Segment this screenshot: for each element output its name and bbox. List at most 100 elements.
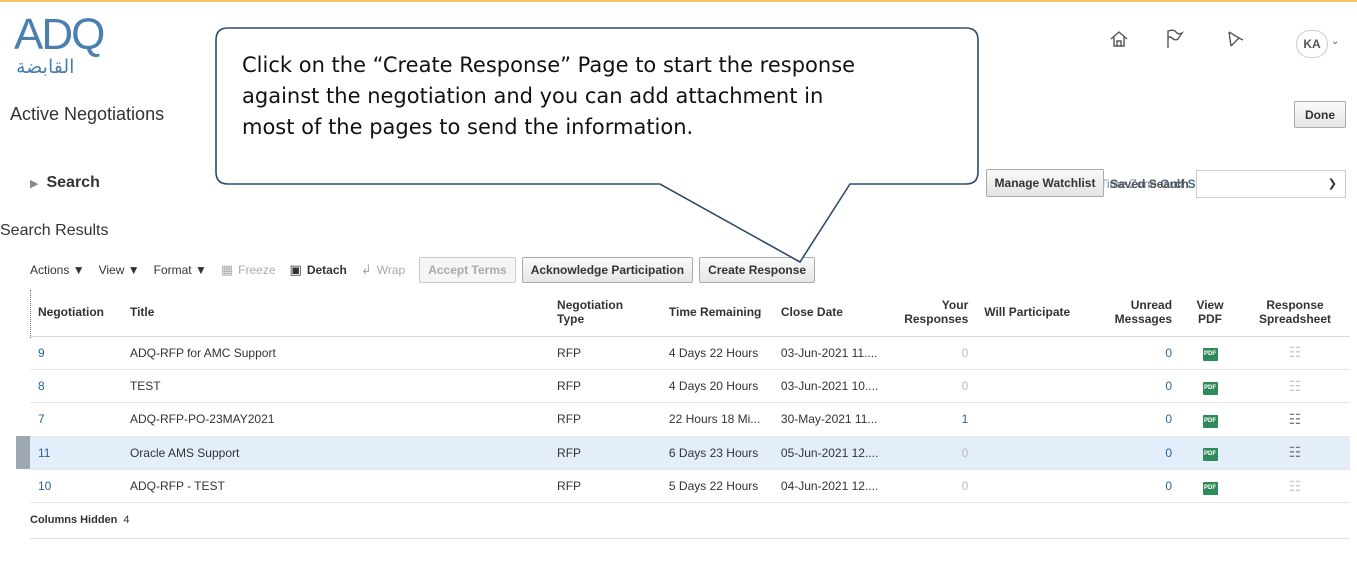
results-toolbar: Actions ▼ View ▼ Format ▼ ▦ Freeze ▣ Detac… bbox=[30, 256, 821, 284]
col-unread-messages[interactable]: Unread Messages bbox=[1096, 288, 1181, 337]
col-title[interactable]: Title bbox=[121, 288, 550, 337]
negotiation-link[interactable]: 8 bbox=[30, 369, 122, 404]
col-will-participate[interactable]: Will Participate bbox=[976, 288, 1097, 337]
spreadsheet-cell[interactable]: ☷ bbox=[1239, 402, 1350, 437]
acknowledge-participation-button[interactable]: Acknowledge Participation bbox=[521, 257, 694, 283]
col-time-remaining[interactable]: Time Remaining bbox=[660, 288, 773, 337]
title-cell: TEST bbox=[121, 369, 550, 404]
done-button[interactable]: Done bbox=[1294, 101, 1346, 128]
spreadsheet-cell[interactable]: ☷ bbox=[1239, 436, 1350, 471]
row-selection-marker bbox=[16, 436, 30, 469]
saved-search-select[interactable]: ❯ bbox=[1196, 170, 1346, 198]
will-participate-cell bbox=[976, 369, 1097, 404]
detach-button[interactable]: ▣ Detach bbox=[290, 262, 347, 278]
dropdown-arrow-icon: ▼ bbox=[127, 263, 140, 277]
close-date-cell: 30-May-2021 11... bbox=[772, 402, 887, 437]
pdf-icon[interactable]: PDF bbox=[1202, 414, 1218, 428]
view-pdf-cell[interactable]: PDF bbox=[1180, 436, 1240, 471]
company-logo[interactable]: ADQ القابضة bbox=[14, 10, 124, 88]
format-label: Format bbox=[153, 263, 192, 277]
time-remaining-cell: 4 Days 22 Hours bbox=[660, 336, 773, 370]
unread-messages-link[interactable]: 0 bbox=[1096, 436, 1181, 471]
negotiation-link[interactable]: 7 bbox=[30, 402, 122, 437]
manage-watchlist-button[interactable]: Manage Watchlist bbox=[986, 169, 1104, 197]
wrap-button[interactable]: ↲ Wrap bbox=[361, 262, 405, 278]
create-response-button[interactable]: Create Response bbox=[699, 257, 816, 283]
col-close-date[interactable]: Close Date bbox=[772, 288, 887, 337]
chevron-down-icon: ❯ bbox=[1327, 178, 1337, 190]
logo-arabic-text: القابضة bbox=[16, 56, 75, 78]
columns-hidden-label: Columns Hidden bbox=[30, 514, 118, 526]
negotiations-table: Negotiation Title Negotiation Type Time … bbox=[30, 288, 1350, 504]
bell-icon[interactable] bbox=[1224, 28, 1246, 50]
freeze-label: Freeze bbox=[238, 263, 276, 277]
responses-cell: 0 bbox=[886, 369, 977, 404]
table-row[interactable]: 10 ADQ-RFP - TEST RFP 5 Days 22 Hours 04… bbox=[30, 469, 1350, 504]
table-row[interactable]: 7 ADQ-RFP-PO-23MAY2021 RFP 22 Hours 18 M… bbox=[30, 402, 1350, 437]
col-your-responses[interactable]: Your Responses bbox=[886, 288, 977, 337]
view-pdf-cell[interactable]: PDF bbox=[1180, 369, 1240, 404]
pdf-icon[interactable]: PDF bbox=[1202, 348, 1218, 362]
responses-cell: 0 bbox=[886, 436, 977, 471]
table-header-row: Negotiation Title Negotiation Type Time … bbox=[30, 288, 1350, 337]
negotiation-link[interactable]: 11 bbox=[30, 436, 122, 471]
spreadsheet-icon[interactable]: ☷ bbox=[1289, 344, 1302, 360]
title-cell: ADQ-RFP - TEST bbox=[121, 469, 550, 504]
view-pdf-cell[interactable]: PDF bbox=[1180, 402, 1240, 437]
home-icon[interactable] bbox=[1108, 28, 1130, 50]
actions-menu[interactable]: Actions ▼ bbox=[30, 263, 85, 277]
unread-messages-link[interactable]: 0 bbox=[1096, 336, 1181, 370]
spreadsheet-icon[interactable]: ☷ bbox=[1289, 444, 1302, 460]
saved-search-label: Saved Search bbox=[1110, 177, 1189, 191]
chevron-down-icon[interactable]: ⌄ bbox=[1331, 36, 1339, 47]
expand-triangle-icon: ▶ bbox=[30, 178, 39, 190]
col-negotiation[interactable]: Negotiation bbox=[30, 288, 122, 337]
responses-cell: 0 bbox=[886, 469, 977, 504]
negotiation-link[interactable]: 9 bbox=[30, 336, 122, 370]
type-cell: RFP bbox=[549, 402, 661, 437]
spreadsheet-cell[interactable]: ☷ bbox=[1239, 369, 1350, 404]
freeze-button[interactable]: ▦ Freeze bbox=[221, 262, 276, 278]
spreadsheet-icon[interactable]: ☷ bbox=[1289, 378, 1302, 394]
time-remaining-cell: 22 Hours 18 Mi... bbox=[660, 402, 773, 437]
user-avatar[interactable]: KA bbox=[1296, 30, 1328, 58]
spreadsheet-cell[interactable]: ☷ bbox=[1239, 469, 1350, 504]
negotiation-link[interactable]: 10 bbox=[30, 469, 122, 504]
col-response-spreadsheet[interactable]: Response Spreadsheet bbox=[1239, 288, 1350, 337]
flag-icon[interactable] bbox=[1163, 28, 1185, 50]
pdf-icon[interactable]: PDF bbox=[1202, 481, 1218, 495]
unread-messages-link[interactable]: 0 bbox=[1096, 369, 1181, 404]
responses-link[interactable]: 1 bbox=[886, 402, 977, 437]
col-view-pdf[interactable]: View PDF bbox=[1180, 288, 1240, 337]
time-remaining-cell: 5 Days 22 Hours bbox=[660, 469, 773, 504]
col-negotiation-type[interactable]: Negotiation Type bbox=[549, 288, 661, 337]
close-date-cell: 05-Jun-2021 12.... bbox=[772, 436, 887, 471]
table-row[interactable]: 8 TEST RFP 4 Days 20 Hours 03-Jun-2021 1… bbox=[30, 369, 1350, 404]
title-cell: Oracle AMS Support bbox=[121, 436, 550, 471]
close-date-cell: 03-Jun-2021 11.... bbox=[772, 336, 887, 370]
table-footer-divider bbox=[30, 538, 1350, 539]
unread-messages-link[interactable]: 0 bbox=[1096, 402, 1181, 437]
callout-line: most of the pages to send the informatio… bbox=[242, 115, 694, 139]
pdf-icon[interactable]: PDF bbox=[1202, 448, 1218, 462]
view-pdf-cell[interactable]: PDF bbox=[1180, 336, 1240, 370]
view-pdf-cell[interactable]: PDF bbox=[1180, 469, 1240, 504]
wrap-icon: ↲ bbox=[360, 262, 372, 277]
will-participate-cell bbox=[976, 469, 1097, 504]
time-remaining-cell: 4 Days 20 Hours bbox=[660, 369, 773, 404]
spreadsheet-cell[interactable]: ☷ bbox=[1239, 336, 1350, 370]
view-menu[interactable]: View ▼ bbox=[99, 263, 140, 277]
accept-terms-button[interactable]: Accept Terms bbox=[419, 257, 516, 283]
type-cell: RFP bbox=[549, 369, 661, 404]
format-menu[interactable]: Format ▼ bbox=[154, 263, 207, 277]
page-title: Active Negotiations bbox=[10, 104, 165, 124]
spreadsheet-icon[interactable]: ☷ bbox=[1289, 478, 1302, 494]
unread-messages-link[interactable]: 0 bbox=[1096, 469, 1181, 504]
table-row[interactable]: 11 Oracle AMS Support RFP 6 Days 23 Hour… bbox=[30, 436, 1350, 471]
close-date-cell: 04-Jun-2021 12.... bbox=[772, 469, 887, 504]
search-section-toggle[interactable]: ▶ Search bbox=[30, 174, 100, 192]
pdf-icon[interactable]: PDF bbox=[1202, 381, 1218, 395]
spreadsheet-icon[interactable]: ☷ bbox=[1289, 411, 1302, 427]
close-date-cell: 03-Jun-2021 10.... bbox=[772, 369, 887, 404]
table-row[interactable]: 9 ADQ-RFP for AMC Support RFP 4 Days 22 … bbox=[30, 336, 1350, 370]
